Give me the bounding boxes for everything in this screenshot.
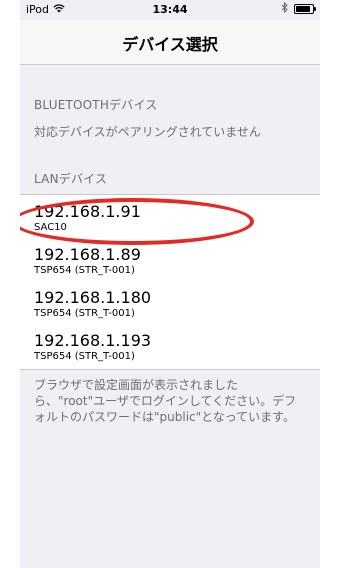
lan-section-footer: ブラウザで設定画面が表示されましたら、"root"ユーザでログインしてください。… — [34, 378, 297, 424]
list-item[interactable]: 192.168.1.89 TSP654 (STR_T-001) — [34, 246, 314, 278]
device-model: TSP654 (STR_T-001) — [34, 351, 135, 362]
device-ip: 192.168.1.193 — [34, 331, 152, 350]
app-screen: iPod 13:44 デバイス選択 BLUETOOTHデバイス 対応デバイスがペ… — [20, 0, 320, 568]
device-model: TSP654 (STR_T-001) — [34, 308, 135, 319]
bluetooth-empty-message: 対応デバイスがペアリングされていません — [34, 125, 261, 139]
battery-icon — [294, 4, 316, 14]
device-ip: 192.168.1.89 — [34, 245, 141, 264]
status-time: 13:44 — [152, 3, 188, 16]
list-item[interactable]: 192.168.1.91 SAC10 — [20, 198, 314, 245]
annotation-circle — [20, 198, 254, 245]
device-model: TSP654 (STR_T-001) — [34, 265, 135, 276]
lan-section-header: LANデバイス — [34, 172, 108, 186]
status-bar: iPod 13:44 — [20, 0, 320, 20]
list-item[interactable]: 192.168.1.193 TSP654 (STR_T-001) — [34, 332, 314, 364]
bluetooth-icon — [281, 1, 288, 16]
page-title: デバイス選択 — [122, 35, 218, 54]
device-ip: 192.168.1.180 — [34, 288, 152, 307]
lan-device-list: 192.168.1.91 SAC10 192.168.1.89 TSP654 (… — [20, 194, 320, 370]
status-right — [281, 1, 316, 16]
bluetooth-section-header: BLUETOOTHデバイス — [34, 98, 158, 112]
navigation-bar: デバイス選択 — [20, 20, 320, 65]
list-item[interactable]: 192.168.1.180 TSP654 (STR_T-001) — [34, 289, 314, 321]
